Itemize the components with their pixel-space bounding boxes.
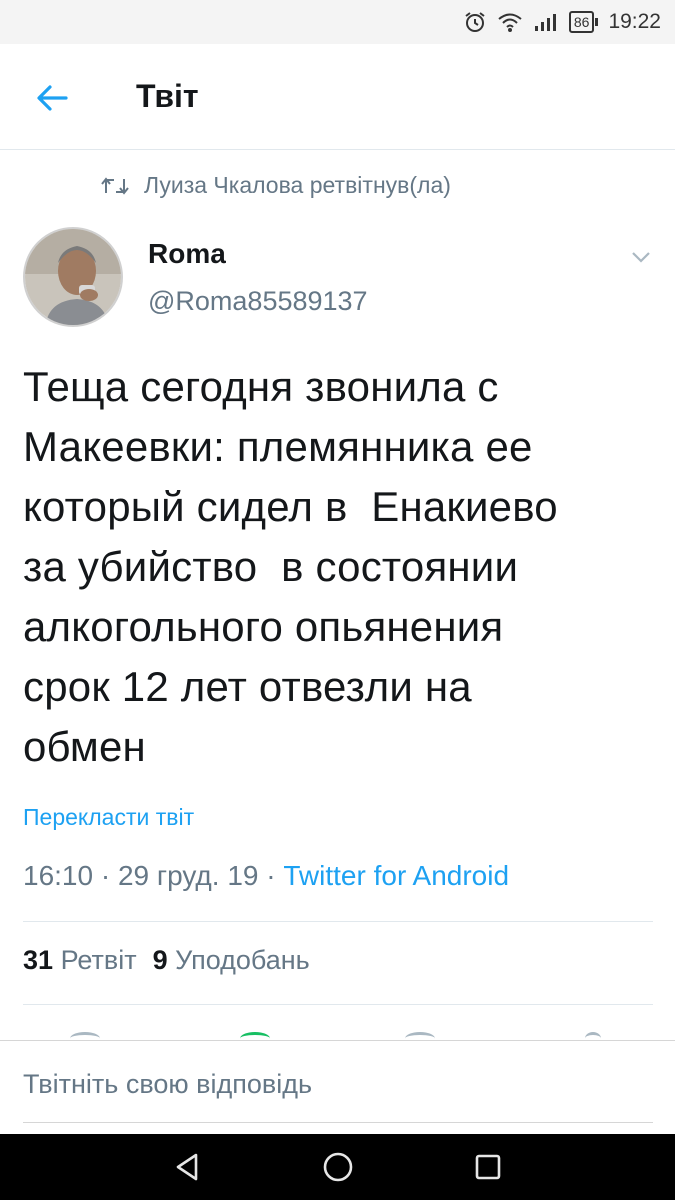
retweets-count: 31 [23,945,54,975]
retweets-stat[interactable]: 31 Ретвіт [23,945,137,975]
author-name[interactable]: Roma [148,238,226,270]
more-options-button[interactable] [626,242,656,272]
reply-underline [23,1122,653,1123]
nav-home-icon [323,1152,353,1182]
likes-label: Уподобань [175,945,310,975]
meta-separator: · [258,860,284,891]
status-time: 19:22 [608,10,661,33]
back-arrow-icon [37,85,68,111]
status-bar: 86 19:22 [0,0,675,44]
translate-tweet-link[interactable]: Перекласти твіт [23,804,194,831]
tweet-stats: 31 Ретвіт 9 Уподобань [23,945,310,976]
divider [23,1004,653,1005]
signal-icon [533,12,559,32]
likes-stat[interactable]: 9 Уподобань [153,945,310,975]
divider [23,921,653,922]
reply-bar: Твітніть свою відповідь [0,1040,675,1134]
chevron-down-icon [632,252,650,263]
meta-separator: · [93,860,118,891]
retweet-context[interactable]: Луиза Чкалова ретвітнув(ла) [100,172,451,199]
nav-recents-icon [475,1154,501,1180]
retweet-text: Луиза Чкалова ретвітнув(ла) [144,172,451,198]
avatar-image [25,229,121,325]
nav-back-icon [176,1153,198,1181]
nav-back-button[interactable] [170,1149,206,1185]
header: Твіт [0,44,675,150]
nav-home-button[interactable] [320,1149,356,1185]
tweet-text: Теща сегодня звонила с Макеевки: племянн… [23,363,558,770]
author-handle[interactable]: @Roma85589137 [148,286,368,317]
wifi-icon [497,11,523,33]
tweet-source-link[interactable]: Twitter for Android [283,860,509,891]
navigation-bar [0,1134,675,1200]
avatar[interactable] [23,227,123,327]
retweet-icon [101,176,129,195]
likes-count: 9 [152,945,168,975]
tweet-time: 16:10 [23,860,94,891]
alarm-icon [463,10,487,34]
reply-input[interactable]: Твітніть свою відповідь [23,1069,312,1100]
page-title: Твіт [136,78,199,114]
battery-level: 86 [568,11,598,33]
battery-icon: 86 [568,11,599,33]
nav-recents-button[interactable] [470,1149,506,1185]
tweet-meta: 16:10 · 29 груд. 19 · Twitter for Androi… [23,860,509,892]
tweet-date: 29 груд. 19 [117,860,259,891]
retweets-label: Ретвіт [60,945,137,975]
back-button[interactable] [32,78,72,118]
